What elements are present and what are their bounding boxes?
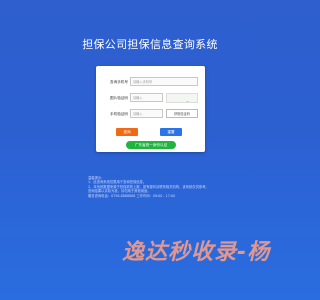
captcha-label: 图片验证码 [110, 96, 128, 100]
captcha-glyphs-icon [173, 101, 191, 102]
page-title: 担保公司担保信息查询系统 [82, 38, 218, 51]
captcha-image[interactable] [166, 93, 198, 103]
watermark-text: 逸达秒收录-杨 [122, 240, 271, 265]
query-form-card: 查询手机号 请输入手机号 图片验证码 请输入 手机验证码 请输入 获取验证码 查… [96, 66, 205, 152]
phone-row: 查询手机号 请输入手机号 [96, 77, 205, 89]
phone-input[interactable]: 请输入手机号 [130, 77, 198, 86]
reset-button[interactable]: 重置 [160, 128, 182, 136]
sms-row: 手机验证码 请输入 获取验证码 [96, 109, 205, 121]
sms-code-input[interactable]: 请输入 [130, 109, 163, 118]
captcha-input[interactable]: 请输入 [130, 93, 163, 102]
tips-section: 温馨提示： 1、此查询系统仅限用于查询担保信息。 2、本系统数据来源于担保机构上… [88, 176, 220, 198]
tips-line: 服务咨询电话：0756-8888888 工作时间：09:00 - 17:00 [88, 193, 176, 198]
query-button[interactable]: 查询 [116, 128, 138, 136]
sms-label: 手机验证码 [110, 112, 128, 116]
phone-label: 查询手机号 [110, 80, 128, 84]
get-sms-code-button[interactable]: 获取验证码 [166, 109, 198, 118]
guangdong-auth-button[interactable]: 广东省统一身份认证 [126, 141, 176, 149]
captcha-row: 图片验证码 请输入 [96, 93, 205, 105]
